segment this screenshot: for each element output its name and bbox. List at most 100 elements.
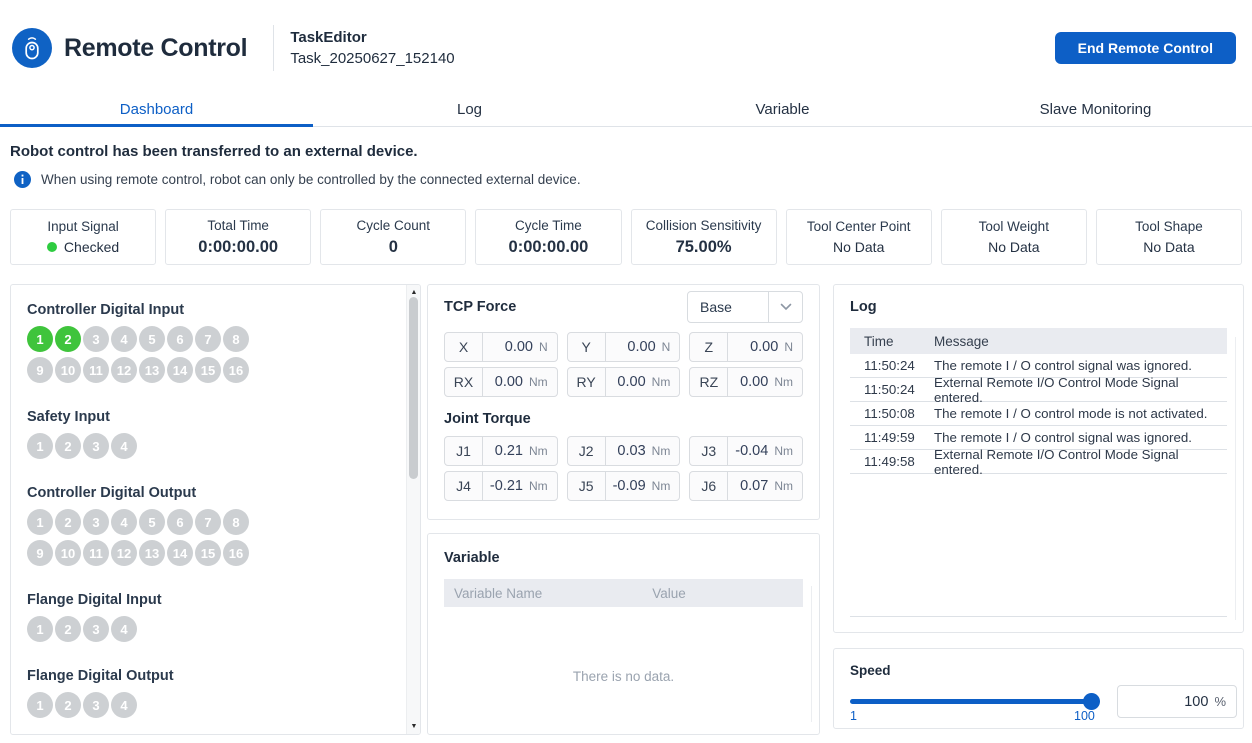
value-field-j4: J4-0.21Nm: [444, 471, 558, 501]
speed-panel: Speed 1 100 100 %: [833, 648, 1244, 729]
log-time: 11:49:59: [850, 430, 934, 445]
io-status-panel: Controller Digital Input1234567891011121…: [10, 284, 421, 735]
end-remote-control-button[interactable]: End Remote Control: [1055, 32, 1236, 64]
io-panel-scrollbar[interactable]: ▲ ▼: [406, 285, 420, 734]
io-indicator-9: 9: [27, 357, 53, 383]
io-indicator-16: 16: [223, 540, 249, 566]
io-indicator-14: 14: [167, 357, 193, 383]
io-indicator-row: 1234: [27, 616, 259, 647]
io-indicator-6: 6: [167, 509, 193, 535]
log-message: External Remote I/O Control Mode Signal …: [934, 447, 1227, 477]
tcp-force-panel: TCP Force Base X0.00NY0.00NZ0.00NRX0.00N…: [427, 284, 820, 520]
scroll-down-icon[interactable]: ▼: [407, 723, 421, 730]
field-unit: Nm: [529, 444, 557, 458]
io-indicator-7: 7: [195, 326, 221, 352]
io-indicator-11: 11: [83, 357, 109, 383]
variable-panel: Variable Variable Name Value There is no…: [427, 533, 820, 735]
card-value: 0:00:00.00: [198, 238, 278, 257]
status-card-tool-shape: Tool ShapeNo Data: [1096, 209, 1242, 265]
status-cards-row: Input SignalCheckedTotal Time0:00:00.00C…: [10, 209, 1242, 265]
io-indicator-1: 1: [27, 509, 53, 535]
speed-slider-track[interactable]: [850, 699, 1099, 704]
status-card-tool-center-point: Tool Center Point No Data: [786, 209, 932, 265]
speed-max-label: 100: [1074, 709, 1095, 723]
card-label: Total Time: [207, 218, 269, 233]
log-table-header: Time Message: [850, 328, 1227, 354]
value-field-j5: J5-0.09Nm: [567, 471, 681, 501]
scroll-up-icon[interactable]: ▲: [407, 289, 421, 296]
io-indicator-14: 14: [167, 540, 193, 566]
speed-slider-handle[interactable]: [1083, 693, 1100, 710]
io-indicator-4: 4: [111, 616, 137, 642]
card-label: Tool Center Point: [807, 219, 911, 234]
value-field-j1: J10.21Nm: [444, 436, 558, 466]
field-label: X: [445, 333, 483, 361]
value-field-z: Z0.00N: [689, 332, 803, 362]
field-label: J6: [690, 472, 728, 500]
scrollbar-thumb[interactable]: [409, 297, 418, 479]
app-header: Remote Control TaskEditor Task_20250627_…: [0, 0, 1252, 96]
log-time: 11:50:24: [850, 382, 934, 397]
tab-slave-monitoring[interactable]: Slave Monitoring: [939, 96, 1252, 126]
field-label: J3: [690, 437, 728, 465]
variable-title: Variable: [444, 550, 803, 566]
tab-dashboard[interactable]: Dashboard: [0, 96, 313, 126]
status-green-dot-icon: [47, 242, 57, 252]
io-indicator-2: 2: [55, 509, 81, 535]
card-value: 0:00:00.00: [509, 238, 589, 257]
notice-info-text: When using remote control, robot can onl…: [41, 172, 581, 187]
tab-bar: DashboardLogVariableSlave Monitoring: [0, 96, 1252, 127]
field-value: 0.07: [728, 478, 774, 494]
value-field-j2: J20.03Nm: [567, 436, 681, 466]
status-card-input-signal: Input SignalChecked: [10, 209, 156, 265]
field-value: 0.21: [483, 443, 529, 459]
field-value: 0.00: [728, 339, 784, 355]
log-message: The remote I / O control signal was igno…: [934, 430, 1227, 445]
io-indicator-1: 1: [27, 326, 53, 352]
field-label: RX: [445, 368, 483, 396]
io-indicator-2: 2: [55, 692, 81, 718]
field-unit: N: [662, 340, 680, 354]
log-row: 11:50:24External Remote I/O Control Mode…: [850, 378, 1227, 402]
tab-log[interactable]: Log: [313, 96, 626, 126]
speed-value-input[interactable]: 100 %: [1117, 685, 1237, 718]
status-card-collision-sensitivity: Collision Sensitivity75.00%: [631, 209, 777, 265]
io-indicator-5: 5: [139, 326, 165, 352]
status-card-cycle-time: Cycle Time0:00:00.00: [475, 209, 621, 265]
card-value: No Data: [1143, 239, 1194, 255]
value-field-ry: RY0.00Nm: [567, 367, 681, 397]
speed-min-label: 1: [850, 709, 857, 723]
value-field-y: Y0.00N: [567, 332, 681, 362]
log-row: 11:50:08The remote I / O control mode is…: [850, 402, 1227, 426]
value-field-x: X0.00N: [444, 332, 558, 362]
remote-control-logo-icon: [12, 28, 52, 68]
field-label: Z: [690, 333, 728, 361]
value-field-rx: RX0.00Nm: [444, 367, 558, 397]
io-indicator-3: 3: [83, 326, 109, 352]
log-time: 11:50:08: [850, 406, 934, 421]
column-message: Message: [934, 334, 1227, 349]
io-indicator-3: 3: [83, 616, 109, 642]
speed-title: Speed: [850, 663, 1227, 678]
log-message: The remote I / O control signal was igno…: [934, 358, 1227, 373]
field-label: J2: [568, 437, 606, 465]
task-info: TaskEditor Task_20250627_152140: [290, 29, 454, 67]
io-indicator-9: 9: [27, 540, 53, 566]
field-label: RY: [568, 368, 606, 396]
card-value: No Data: [833, 239, 884, 255]
io-indicator-4: 4: [111, 433, 137, 459]
card-label: Input Signal: [47, 219, 118, 234]
card-value: 75.00%: [676, 238, 732, 257]
info-icon: [14, 171, 31, 188]
io-indicator-5: 5: [139, 509, 165, 535]
tab-variable[interactable]: Variable: [626, 96, 939, 126]
reference-frame-dropdown[interactable]: Base: [687, 291, 803, 323]
field-value: -0.04: [728, 443, 774, 459]
field-label: J4: [445, 472, 483, 500]
no-data-text: There is no data.: [444, 669, 803, 684]
io-section-title: Flange Digital Output: [27, 668, 392, 684]
header-divider: [273, 25, 274, 71]
frame-selected-value: Base: [688, 299, 768, 315]
io-indicator-10: 10: [55, 540, 81, 566]
io-indicator-16: 16: [223, 357, 249, 383]
